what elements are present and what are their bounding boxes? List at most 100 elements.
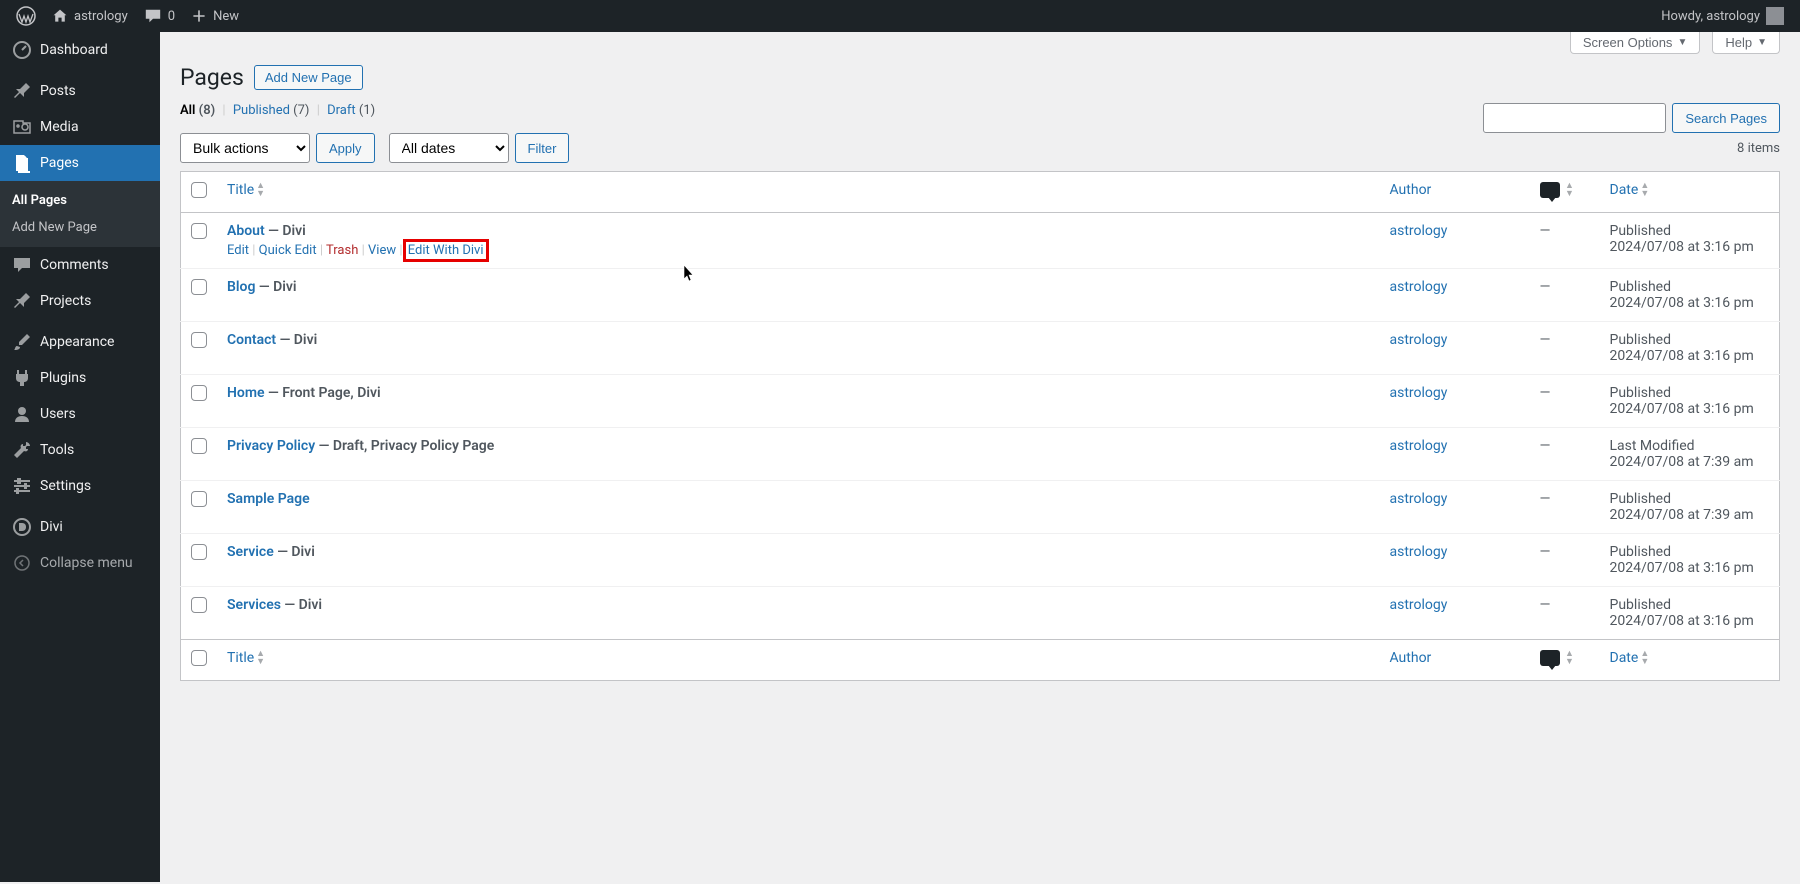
sort-icon: ▲▼ (256, 182, 265, 198)
author-link[interactable]: astrology (1390, 491, 1448, 507)
pages-icon (12, 153, 32, 173)
col-comments[interactable]: ▲▼ (1530, 640, 1600, 681)
pin-icon (12, 81, 32, 101)
comments-cell: — (1530, 481, 1600, 534)
menu-appearance[interactable]: Appearance (0, 324, 160, 360)
sort-icon: ▲▼ (1565, 182, 1574, 198)
page-title-link[interactable]: Service (227, 544, 274, 560)
new-label: New (213, 9, 239, 24)
search-pages-button[interactable]: Search Pages (1672, 103, 1780, 133)
page-title: Pages (180, 64, 244, 91)
select-all-checkbox[interactable] (191, 650, 207, 666)
action-quick-edit[interactable]: Quick Edit (259, 243, 317, 258)
help-button[interactable]: Help ▼ (1712, 32, 1780, 54)
status-filter-links: All (8) | Published (7) | Draft (1) (180, 103, 375, 118)
chevron-down-icon: ▼ (1677, 37, 1687, 48)
menu-users[interactable]: Users (0, 396, 160, 432)
author-link[interactable]: astrology (1390, 385, 1448, 401)
toolbar-comments[interactable]: 0 (136, 0, 183, 32)
filter-button[interactable]: Filter (515, 133, 570, 163)
page-title-link[interactable]: Contact (227, 332, 276, 348)
author-link[interactable]: astrology (1390, 332, 1448, 348)
author-link[interactable]: astrology (1390, 597, 1448, 613)
submenu-add-new[interactable]: Add New Page (0, 214, 160, 241)
page-title-link[interactable]: Home (227, 385, 265, 401)
page-title-link[interactable]: Sample Page (227, 491, 310, 507)
site-name-link[interactable]: astrology (44, 0, 136, 32)
avatar (1766, 7, 1784, 25)
filter-draft[interactable]: Draft (1) (327, 103, 375, 118)
menu-tools[interactable]: Tools (0, 432, 160, 468)
menu-dashboard[interactable]: Dashboard (0, 32, 160, 68)
filter-published[interactable]: Published (7) (233, 103, 310, 118)
bulk-actions-select[interactable]: Bulk actions (180, 133, 310, 163)
action-edit-with-divi[interactable]: Edit With Divi (406, 242, 486, 259)
table-row: Services — Divi astrology — Published202… (181, 587, 1780, 640)
page-title-link[interactable]: Blog (227, 279, 255, 295)
add-new-page-button[interactable]: Add New Page (254, 65, 363, 90)
date-filter-select[interactable]: All dates (389, 133, 509, 163)
comments-cell: — (1530, 428, 1600, 481)
pin-icon (12, 291, 32, 311)
plus-icon (191, 8, 207, 24)
search-input[interactable] (1483, 103, 1666, 133)
menu-collapse[interactable]: Collapse menu (0, 545, 160, 581)
col-title-sort[interactable]: Title▲▼ (227, 182, 265, 198)
comment-icon (1540, 182, 1560, 198)
page-state: — Divi (265, 223, 306, 239)
menu-plugins[interactable]: Plugins (0, 360, 160, 396)
submenu-all-pages[interactable]: All Pages (0, 187, 160, 214)
filter-all[interactable]: All (8) (180, 103, 215, 118)
date-cell: Published2024/07/08 at 3:16 pm (1600, 213, 1780, 269)
col-date-sort[interactable]: Date▲▼ (1610, 182, 1650, 198)
apply-button[interactable]: Apply (316, 133, 375, 163)
action-trash[interactable]: Trash (326, 243, 358, 258)
content-area: Screen Options ▼ Help ▼ Pages Add New Pa… (160, 32, 1800, 882)
select-all-checkbox[interactable] (191, 182, 207, 198)
author-link[interactable]: astrology (1390, 279, 1448, 295)
row-checkbox[interactable] (191, 597, 207, 613)
brush-icon (12, 332, 32, 352)
author-link[interactable]: astrology (1390, 438, 1448, 454)
page-title-link[interactable]: About (227, 223, 265, 239)
page-title-link[interactable]: Privacy Policy (227, 438, 315, 454)
author-link[interactable]: astrology (1390, 544, 1448, 560)
date-cell: Published2024/07/08 at 3:16 pm (1600, 269, 1780, 322)
menu-projects[interactable]: Projects (0, 283, 160, 319)
comments-cell: — (1530, 213, 1600, 269)
row-checkbox[interactable] (191, 491, 207, 507)
menu-media[interactable]: Media (0, 109, 160, 145)
row-checkbox[interactable] (191, 223, 207, 239)
menu-settings[interactable]: Settings (0, 468, 160, 504)
menu-divi[interactable]: Divi (0, 509, 160, 545)
row-checkbox[interactable] (191, 438, 207, 454)
row-checkbox[interactable] (191, 544, 207, 560)
row-checkbox[interactable] (191, 332, 207, 348)
site-name: astrology (74, 9, 128, 24)
page-state: — Divi (274, 544, 315, 560)
comments-cell: — (1530, 587, 1600, 640)
menu-comments[interactable]: Comments (0, 247, 160, 283)
col-title-sort[interactable]: Title▲▼ (227, 650, 265, 666)
menu-pages[interactable]: Pages (0, 145, 160, 181)
page-title-link[interactable]: Services (227, 597, 281, 613)
wp-logo[interactable] (8, 0, 44, 32)
author-link[interactable]: astrology (1390, 223, 1448, 239)
col-date-sort[interactable]: Date▲▼ (1610, 650, 1650, 666)
sort-icon: ▲▼ (256, 650, 265, 666)
wordpress-icon (16, 6, 36, 26)
action-edit[interactable]: Edit (227, 243, 249, 258)
toolbar-new[interactable]: New (183, 0, 247, 32)
row-checkbox[interactable] (191, 385, 207, 401)
howdy-link[interactable]: Howdy, astrology (1653, 0, 1792, 32)
action-view[interactable]: View (368, 243, 396, 258)
comments-cell: — (1530, 534, 1600, 587)
submenu-pages: All Pages Add New Page (0, 181, 160, 247)
col-comments[interactable]: ▲▼ (1530, 172, 1600, 213)
menu-posts[interactable]: Posts (0, 73, 160, 109)
screen-options-button[interactable]: Screen Options ▼ (1570, 32, 1701, 54)
page-state: — Divi (255, 279, 296, 295)
howdy-text: Howdy, astrology (1661, 9, 1760, 24)
row-checkbox[interactable] (191, 279, 207, 295)
media-icon (12, 117, 32, 137)
